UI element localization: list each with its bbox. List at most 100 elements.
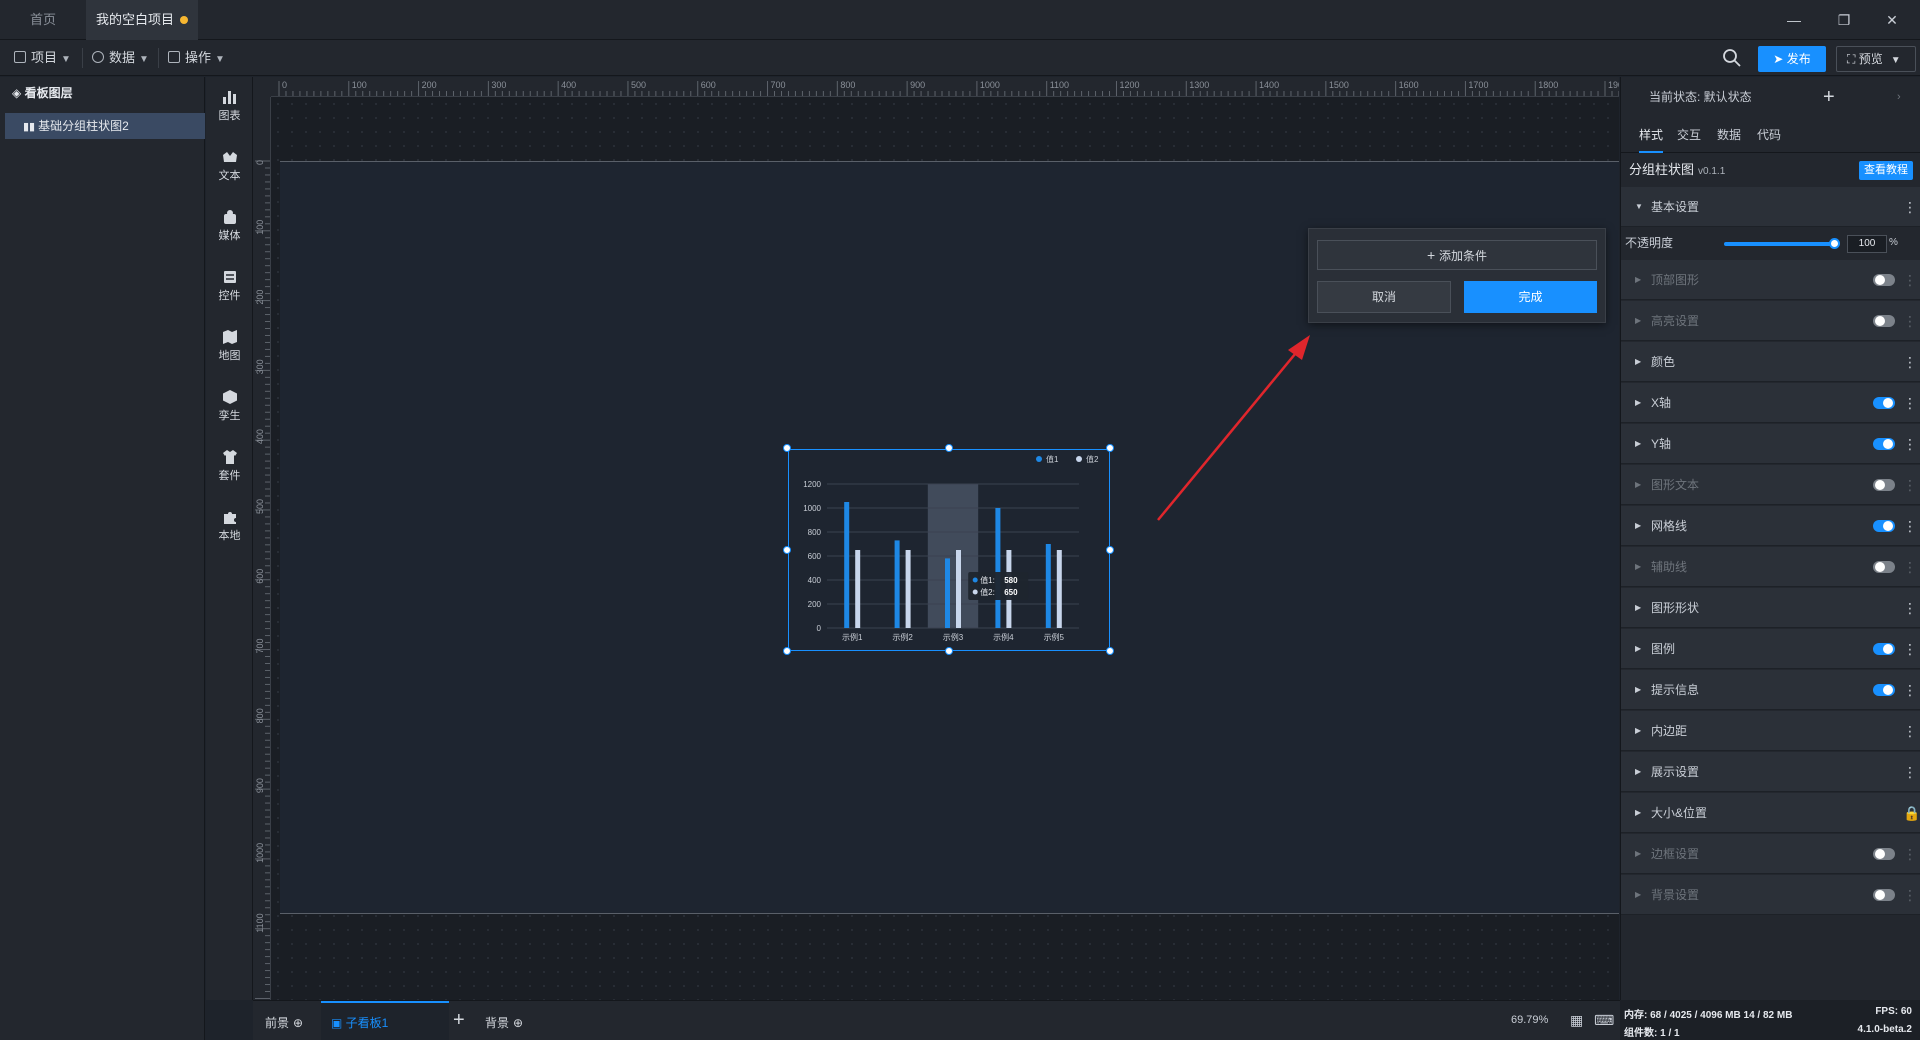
tool-media[interactable]: 媒体: [206, 209, 253, 243]
tool-chart[interactable]: 图表: [206, 89, 253, 123]
section-toggle[interactable]: [1873, 315, 1895, 327]
background-tab[interactable]: 背景 ⊕: [485, 1014, 523, 1031]
resize-handle-sw[interactable]: [783, 647, 791, 655]
bar-2[interactable]: [905, 550, 911, 628]
section-toggle[interactable]: [1873, 479, 1895, 491]
tab-interaction[interactable]: 交互: [1677, 117, 1701, 153]
more-icon[interactable]: ⋮: [1903, 670, 1917, 710]
section-row[interactable]: ▶ 图例 ⋮: [1621, 629, 1920, 669]
more-icon[interactable]: ⋮: [1903, 711, 1917, 751]
restore-icon[interactable]: ❐: [1824, 0, 1864, 40]
more-icon[interactable]: ⋮: [1903, 752, 1917, 792]
more-icon[interactable]: ⋮: [1903, 588, 1917, 628]
section-row[interactable]: ▶ 背景设置 ⋮: [1621, 875, 1920, 915]
section-toggle[interactable]: [1873, 438, 1895, 450]
add-circle-icon[interactable]: ⊕: [513, 1016, 523, 1030]
section-toggle[interactable]: [1873, 848, 1895, 860]
section-row[interactable]: ▶ 边框设置 ⋮: [1621, 834, 1920, 874]
done-button[interactable]: 完成: [1464, 281, 1597, 313]
section-toggle[interactable]: [1873, 274, 1895, 286]
resize-handle-nw[interactable]: [783, 444, 791, 452]
more-icon[interactable]: ⋮: [1903, 506, 1917, 546]
tab-project[interactable]: 我的空白项目: [86, 0, 198, 40]
add-state-icon[interactable]: +: [1823, 77, 1835, 117]
section-row[interactable]: ▶ 图形文本 ⋮: [1621, 465, 1920, 505]
cancel-button[interactable]: 取消: [1317, 281, 1451, 313]
section-row[interactable]: ▶ 顶部图形 ⋮: [1621, 260, 1920, 300]
bar-1[interactable]: [844, 502, 850, 628]
bar-2[interactable]: [855, 550, 861, 628]
tool-twin[interactable]: 孪生: [206, 389, 253, 423]
bar-1[interactable]: [995, 508, 1001, 628]
foreground-tab[interactable]: 前景 ⊕: [265, 1014, 303, 1031]
fit-screen-icon[interactable]: ▦: [1570, 1012, 1583, 1029]
opacity-slider-handle[interactable]: [1829, 238, 1840, 249]
resize-handle-e[interactable]: [1106, 546, 1114, 554]
search-icon[interactable]: [1722, 48, 1742, 68]
section-row[interactable]: ▶ 内边距 ⋮: [1621, 711, 1920, 751]
resize-handle-ne[interactable]: [1106, 444, 1114, 452]
resize-handle-s[interactable]: [945, 647, 953, 655]
resize-handle-se[interactable]: [1106, 647, 1114, 655]
section-row[interactable]: ▶ 大小&位置 🔒: [1621, 793, 1920, 833]
more-icon[interactable]: ⋮: [1903, 424, 1917, 464]
section-toggle[interactable]: [1873, 889, 1895, 901]
section-row[interactable]: ▶ 网格线 ⋮: [1621, 506, 1920, 546]
tool-control[interactable]: 控件: [206, 269, 253, 303]
bar-1[interactable]: [894, 540, 900, 628]
tool-map[interactable]: 地图: [206, 329, 253, 363]
section-toggle[interactable]: [1873, 643, 1895, 655]
publish-button[interactable]: ➤ 发布: [1758, 46, 1826, 72]
bar-1[interactable]: [1045, 544, 1051, 628]
menu-operation[interactable]: 操作 ▼: [168, 40, 225, 76]
tool-local[interactable]: 本地: [206, 509, 253, 543]
section-toggle[interactable]: [1873, 561, 1895, 573]
opacity-input[interactable]: 100: [1847, 235, 1887, 253]
more-icon[interactable]: ⋮: [1903, 465, 1917, 505]
chart-widget[interactable]: 0 200 400 600 800 1000 1200 示例1 示例2 示例3 示例4 示例5 值1 值2…: [788, 449, 1110, 651]
keyboard-icon[interactable]: ⌨: [1594, 1012, 1614, 1029]
section-row[interactable]: ▶ 图形形状 ⋮: [1621, 588, 1920, 628]
close-icon[interactable]: ✕: [1872, 0, 1912, 40]
more-icon[interactable]: ⋮: [1903, 260, 1917, 300]
more-icon[interactable]: ⋮: [1903, 187, 1917, 227]
add-condition-button[interactable]: + 添加条件: [1317, 240, 1597, 270]
bar-2[interactable]: [956, 550, 961, 628]
tab-style[interactable]: 样式: [1639, 117, 1664, 153]
menu-project[interactable]: 项目 ▼: [14, 40, 71, 76]
more-icon[interactable]: ⋮: [1903, 834, 1917, 874]
resize-handle-n[interactable]: [945, 444, 953, 452]
more-icon[interactable]: ⋮: [1903, 875, 1917, 915]
tab-data[interactable]: 数据: [1717, 117, 1741, 153]
section-row[interactable]: ▶ 辅助线 ⋮: [1621, 547, 1920, 587]
tab-code[interactable]: 代码: [1757, 117, 1781, 153]
section-row[interactable]: ▶ 提示信息 ⋮: [1621, 670, 1920, 710]
more-icon[interactable]: ⋮: [1903, 547, 1917, 587]
section-basic-settings[interactable]: ▼ 基本设置 ⋮: [1621, 187, 1920, 227]
minimize-icon[interactable]: —: [1774, 0, 1814, 40]
add-circle-icon[interactable]: ⊕: [293, 1016, 303, 1030]
section-row[interactable]: ▶ 颜色 ⋮: [1621, 342, 1920, 382]
section-toggle[interactable]: [1873, 684, 1895, 696]
zoom-level[interactable]: 69.79%: [1511, 1014, 1548, 1026]
preview-button[interactable]: ⛶ 预览 ▼: [1836, 46, 1916, 72]
section-row[interactable]: ▶ Y轴 ⋮: [1621, 424, 1920, 464]
menu-data[interactable]: 数据 ▼: [92, 40, 149, 76]
layer-item[interactable]: ▮▮ 基础分组柱状图2: [5, 113, 205, 139]
chevron-right-icon[interactable]: ›: [1897, 77, 1901, 117]
resize-handle-w[interactable]: [783, 546, 791, 554]
lock-icon[interactable]: 🔒: [1903, 793, 1920, 833]
more-icon[interactable]: ⋮: [1903, 301, 1917, 341]
tool-text[interactable]: 文本: [206, 149, 253, 183]
more-icon[interactable]: ⋮: [1903, 629, 1917, 669]
bar-2[interactable]: [1056, 550, 1062, 628]
opacity-slider[interactable]: [1724, 242, 1834, 246]
section-toggle[interactable]: [1873, 397, 1895, 409]
section-row[interactable]: ▶ 展示设置 ⋮: [1621, 752, 1920, 792]
section-row[interactable]: ▶ 高亮设置 ⋮: [1621, 301, 1920, 341]
section-toggle[interactable]: [1873, 520, 1895, 532]
add-board-icon[interactable]: +: [453, 1009, 465, 1032]
view-tutorial-button[interactable]: 查看教程: [1859, 161, 1913, 180]
bar-1[interactable]: [945, 558, 950, 628]
sub-board-tab[interactable]: ▣ 子看板1: [321, 1001, 449, 1040]
